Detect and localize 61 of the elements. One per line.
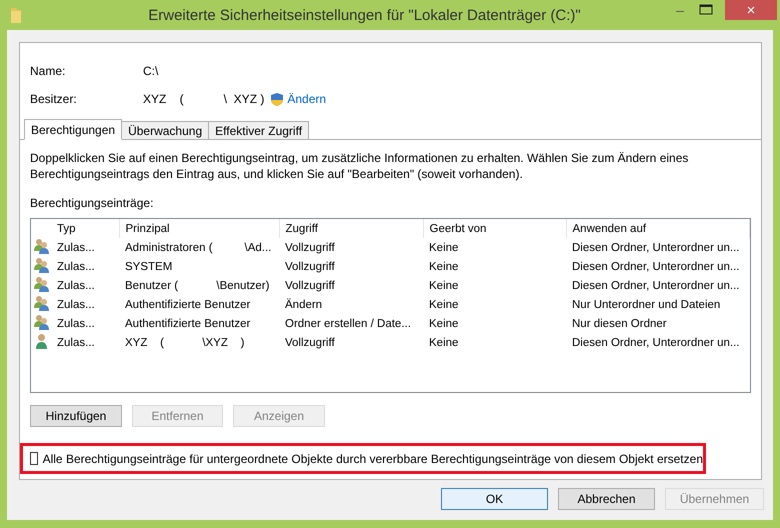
table-cell-text: Vollzugriff <box>284 336 336 350</box>
users-icon <box>33 295 50 311</box>
table-cell-text: Keine <box>428 260 460 274</box>
table-cell-text: Zulas... <box>56 316 96 332</box>
table-cell-text: Keine <box>428 278 460 294</box>
column-header[interactable]: Anwenden auf <box>566 219 750 238</box>
table-cell-text: Benutzer ( \Benutzer) <box>124 278 270 294</box>
checkbox[interactable] <box>30 452 38 465</box>
table-cell-text: Nur diesen Ordner <box>571 316 668 332</box>
column-header[interactable]: Typ <box>51 219 119 238</box>
table-cell-text: Keine <box>428 298 460 312</box>
tab[interactable]: Effektiver Zugriff <box>208 121 310 140</box>
tab[interactable]: Berechtigungen <box>24 119 122 140</box>
table-cell-text: Vollzugriff <box>284 260 336 274</box>
table-cell-text: Keine <box>428 336 460 350</box>
dialog-button[interactable]: OK <box>441 488 548 510</box>
shield-icon <box>270 92 284 106</box>
dialog-button[interactable]: Abbrechen <box>558 488 655 510</box>
table-cell-text: Keine <box>428 316 460 332</box>
window-title: Erweiterte Sicherheitseinstellungen für "Lokaler Datenträger (C:)" <box>147 6 582 24</box>
table-cell-text: Diesen Ordner, Unterordner un... <box>571 336 740 350</box>
users-icon <box>33 257 50 273</box>
column-header[interactable]: Zugriff <box>279 219 423 238</box>
table-cell-text: Ordner erstellen / Date... <box>284 316 412 332</box>
users-icon <box>33 276 50 292</box>
table-cell-text: SYSTEM <box>124 260 174 274</box>
table-cell-text: Ändern <box>284 297 324 312</box>
table-cell: Keine <box>423 238 566 257</box>
table-cell-text: Zulas... <box>56 336 96 350</box>
users-icon <box>33 314 50 330</box>
close-button[interactable]: × <box>725 0 777 20</box>
column-header[interactable]: Prinzipal <box>119 219 279 238</box>
table-cell: Vollzugriff <box>279 238 423 257</box>
description-text: Doppelklicken Sie auf einen Berechtigungseintrag, um zusätzliche Informationen zu erhalten. Wählen Sie zum Ändern eines Berechtigungseintrags den Eintrag aus, und klicken Sie auf "Bearbeiten" (soweit vorhanden). <box>30 150 690 182</box>
user-icon <box>33 333 50 349</box>
field-label: Besitzer: <box>30 92 78 106</box>
field-label: Name: <box>30 64 66 78</box>
table-cell: Administratoren ( \Ad... <box>119 238 279 257</box>
tab[interactable]: Überwachung <box>121 121 210 140</box>
table-cell-text: Zulas... <box>56 260 96 274</box>
table-cell: Zulas... <box>51 238 119 257</box>
table-cell-text: Nur Unterordner und Dateien <box>571 298 722 312</box>
table-cell-text: Zulas... <box>56 278 96 294</box>
change-link[interactable]: Ändern <box>287 92 326 106</box>
table-cell-text: Diesen Ordner, Unterordner un... <box>571 278 740 294</box>
table-cell-text: Diesen Ordner, Unterordner un... <box>571 260 740 274</box>
table-cell-text: Zulas... <box>56 298 96 312</box>
minimize-button[interactable]: – <box>667 0 693 20</box>
field-value: C:\ <box>143 64 158 78</box>
table-cell-text: XYZ ( \XYZ ) <box>124 336 246 350</box>
table-cell: Diesen Ordner, Unterordner un... <box>566 238 750 257</box>
checkbox-label: Alle Berechtigungseinträge für untergeordnete Objekte durch vererbbare Berechtigungseinträge von diesem Objekt ersetzen <box>42 452 703 466</box>
users-icon <box>33 238 50 254</box>
table-cell-text: Authentifizierte Benutzer <box>124 316 252 332</box>
list-label: Berechtigungseinträge: <box>30 196 154 210</box>
table-cell-text: Authentifizierte Benutzer <box>124 298 252 312</box>
column-header[interactable]: Geerbt von <box>423 219 566 238</box>
table-cell-text: Vollzugriff <box>284 278 336 294</box>
list-button[interactable]: Hinzufügen <box>30 405 122 427</box>
field-value: XYZ ( \ XYZ ) <box>143 92 264 106</box>
folder-icon <box>10 6 22 24</box>
